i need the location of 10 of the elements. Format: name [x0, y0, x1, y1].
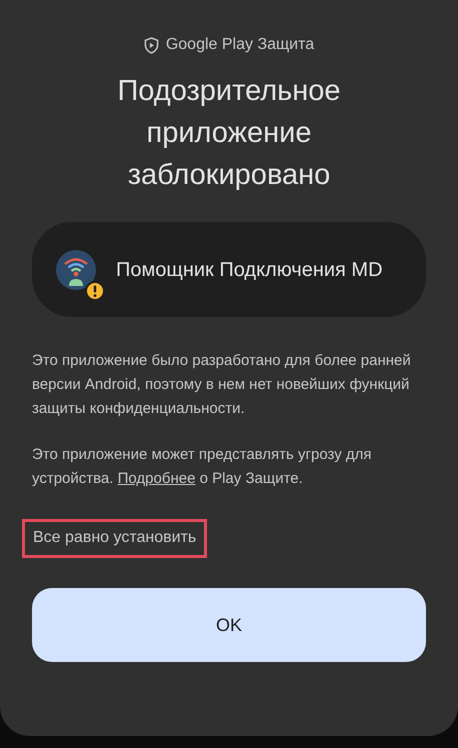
- app-icon: [56, 250, 96, 290]
- brand-name: Google Play Защита: [166, 36, 314, 54]
- ok-button[interactable]: OK: [32, 588, 426, 662]
- install-anyway-button[interactable]: Все равно установить: [22, 519, 208, 558]
- learn-more-link[interactable]: Подробнее: [118, 470, 196, 487]
- description-text: Это приложение может представлять угрозу для устройства. Подробнее о Play Защите.: [32, 445, 372, 489]
- shield-icon: [144, 36, 159, 54]
- app-name: Помощник Подключения MD: [116, 258, 383, 282]
- dialog-title: Подозрительное приложение заблокировано: [116, 74, 342, 193]
- description-text: Это приложение было разработано для более ранней версии Android, поэтому в нем нет новейших функций защиты конфиденциальности.: [32, 351, 412, 419]
